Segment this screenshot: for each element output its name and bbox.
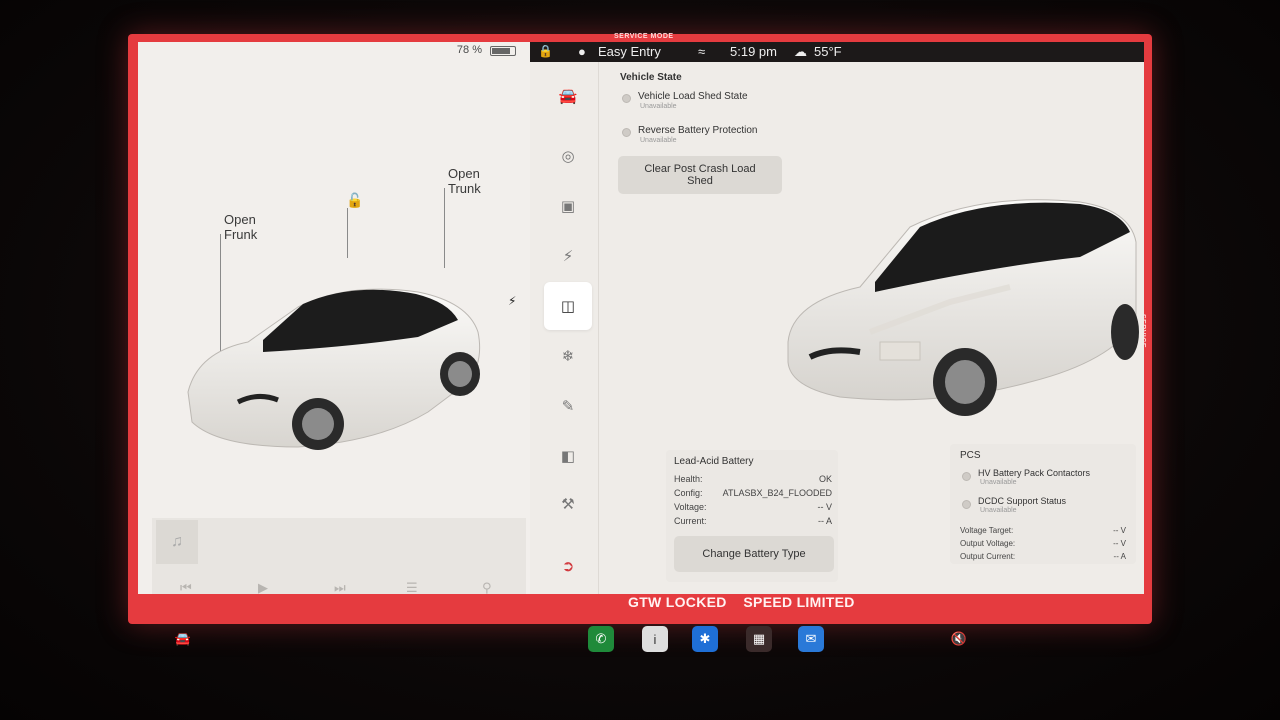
open-frunk-line2: Frunk — [224, 227, 258, 242]
apps-icon[interactable]: ▦ — [746, 626, 772, 652]
output-current-value: -- A — [1113, 552, 1126, 561]
vehicle-overview-panel: 78 % Open Frunk Open Trunk 🔓 ⚡ ♫ ⏮ ▶ ⏭ ☰… — [138, 42, 530, 610]
health-label: Health: — [674, 474, 703, 484]
lead-acid-battery-card: Lead-Acid Battery Health: OK Config: ATL… — [666, 450, 838, 582]
lead-acid-title: Lead-Acid Battery — [674, 456, 754, 467]
row-label: DCDC Support Status — [978, 496, 1067, 506]
voltage-label: Voltage: — [674, 502, 707, 512]
car-illustration-right — [787, 199, 1139, 416]
status-indicator — [622, 94, 631, 103]
voltage-target-value: -- V — [1113, 526, 1126, 535]
service-mode-screen: SERVICE MODE SERVICE MODE SERVICE MODE 7… — [128, 33, 1152, 624]
service-mode-tag-top: SERVICE MODE — [614, 33, 674, 40]
wifi-icon: ≈ — [698, 44, 706, 59]
open-trunk-line1: Open — [448, 166, 480, 181]
lightning-icon: ⚡ — [562, 248, 574, 265]
open-frunk-button[interactable]: Open Frunk — [224, 212, 257, 242]
steering-wheel-icon: ◎ — [561, 148, 575, 165]
mute-icon[interactable]: 🔇 — [946, 626, 972, 652]
voltage-target-label: Voltage Target: — [960, 526, 1014, 535]
config-label: Config: — [674, 488, 703, 498]
status-bar: 🔒 ● Easy Entry ≈ 5:19 pm ☁ 55°F — [530, 42, 1144, 62]
car-icon: 🚘 — [558, 88, 578, 105]
row-status: Unavailable — [980, 507, 1017, 514]
nav-divider — [598, 62, 599, 610]
music-note-icon: ♫ — [156, 520, 198, 564]
row-label: Reverse Battery Protection — [638, 125, 758, 136]
button-line1: Clear Post Crash Load — [644, 163, 756, 175]
car-dock-icon[interactable]: 🚘 — [170, 626, 196, 652]
nav-body[interactable]: ◧ — [544, 432, 592, 480]
touch-display: 78 % Open Frunk Open Trunk 🔓 ⚡ ♫ ⏮ ▶ ⏭ ☰… — [138, 42, 1144, 610]
alert-text: GTW LOCKED SPEED LIMITED — [628, 594, 855, 610]
change-battery-type-button[interactable]: Change Battery Type — [674, 536, 834, 572]
open-trunk-button[interactable]: Open Trunk — [448, 166, 481, 196]
messages-icon[interactable]: ✉ — [798, 626, 824, 652]
row-status: Unavailable — [980, 479, 1017, 486]
nav-tools[interactable]: ✎ — [544, 382, 592, 430]
app-dock: 🚘 ✆ i ✱ ▦ ✉ 🔇 — [140, 626, 1140, 660]
output-voltage-value: -- V — [1113, 539, 1126, 548]
battery-icon — [490, 46, 516, 56]
clear-post-crash-load-shed-button[interactable]: Clear Post Crash Load Shed — [618, 156, 782, 194]
vehicle-state-title: Vehicle State — [620, 72, 682, 83]
driver-profile[interactable]: Easy Entry — [598, 44, 661, 59]
lock-leader-line — [347, 208, 348, 258]
nav-steering[interactable]: ◎ — [544, 132, 592, 180]
phone-icon[interactable]: ✆ — [588, 626, 614, 652]
info-icon[interactable]: i — [642, 626, 668, 652]
service-panel: 🚘 ◎ ▣ ⚡ ◫ ❄ ✎ ◧ ⚒ ➲ Vehicle State Vehicl… — [530, 62, 1144, 610]
health-value: OK — [818, 474, 832, 484]
photo-frame: SERVICE MODE SERVICE MODE SERVICE MODE 7… — [0, 0, 1280, 720]
nav-high-voltage[interactable]: ⚡ — [544, 232, 592, 280]
wrench-icon: ✎ — [561, 398, 575, 415]
status-indicator — [962, 472, 971, 481]
exit-icon: ➲ — [561, 558, 575, 575]
lock-status-icon[interactable]: 🔒 — [538, 44, 553, 58]
output-current-label: Output Current: — [960, 552, 1016, 561]
unlock-icon[interactable]: 🔓 — [346, 192, 363, 209]
profile-icon[interactable]: ● — [578, 44, 586, 59]
battery-percent: 78 % — [456, 44, 482, 56]
chip-icon: ▣ — [560, 198, 576, 215]
service-nav: 🚘 ◎ ▣ ⚡ ◫ ❄ ✎ ◧ ⚒ ➲ — [538, 72, 598, 602]
status-indicator — [962, 500, 971, 509]
tools-icon: ⚒ — [561, 496, 575, 513]
status-indicator — [622, 128, 631, 137]
config-value: ATLASBX_B24_FLOODED — [722, 488, 832, 498]
nav-low-voltage[interactable]: ◫ — [544, 282, 592, 330]
snowflake-icon: ❄ — [561, 348, 575, 365]
open-frunk-line1: Open — [224, 212, 256, 227]
nav-computer[interactable]: ▣ — [544, 182, 592, 230]
pcs-card: PCS HV Battery Pack Contactors Unavailab… — [950, 444, 1136, 564]
row-label: Vehicle Load Shed State — [638, 91, 748, 102]
output-voltage-label: Output Voltage: — [960, 539, 1016, 548]
outside-temperature: 55°F — [814, 44, 842, 59]
service-alert-bar: GTW LOCKED SPEED LIMITED — [138, 594, 1144, 610]
voltage-value: -- V — [817, 502, 833, 512]
bluetooth-icon[interactable]: ✱ — [692, 626, 718, 652]
vehicle-state-card: Vehicle State Vehicle Load Shed State Un… — [612, 72, 788, 202]
row-status: Unavailable — [640, 103, 677, 110]
clock: 5:19 pm — [730, 44, 777, 59]
battery-nav-icon: ◫ — [560, 298, 576, 315]
current-value: -- A — [817, 516, 832, 526]
pcs-title: PCS — [960, 450, 981, 461]
nav-diagnostics[interactable]: ⚒ — [544, 480, 592, 528]
current-label: Current: — [674, 516, 707, 526]
nav-exit-service[interactable]: ➲ — [544, 542, 592, 590]
row-label: HV Battery Pack Contactors — [978, 468, 1091, 478]
door-icon: ◧ — [560, 448, 576, 465]
nav-vehicle[interactable]: 🚘 — [544, 72, 592, 120]
car-illustration-left — [187, 288, 481, 450]
charge-port-icon[interactable]: ⚡ — [508, 294, 516, 308]
weather-icon: ☁ — [794, 44, 807, 59]
button-line2: Shed — [687, 175, 713, 187]
nav-thermal[interactable]: ❄ — [544, 332, 592, 380]
row-status: Unavailable — [640, 137, 677, 144]
open-trunk-line2: Trunk — [448, 181, 481, 196]
